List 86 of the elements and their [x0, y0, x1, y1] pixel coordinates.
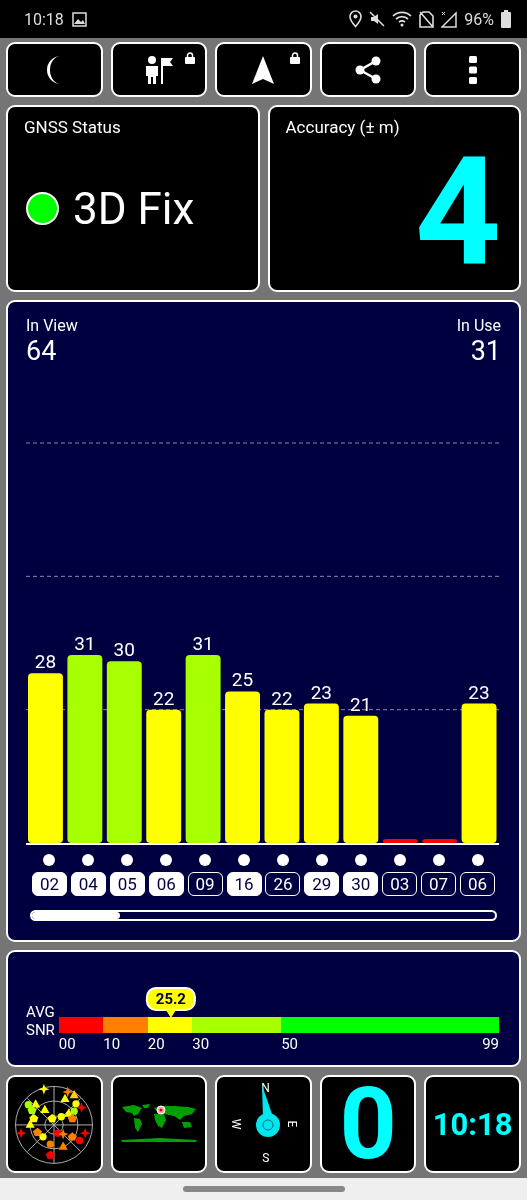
satellite-id: 05	[109, 872, 145, 896]
satellite-id: 06	[148, 872, 184, 896]
satellite-id: 04	[70, 872, 106, 896]
sky-plot-tile[interactable]	[6, 1075, 103, 1173]
bar-value-label: 31	[74, 632, 96, 656]
scale-tick-label: 50	[281, 1035, 298, 1053]
satellite-id: 02	[31, 872, 67, 896]
bar-value-label: 21	[350, 692, 372, 716]
satellite-id: 26	[265, 872, 301, 896]
toolbar-button[interactable]	[319, 42, 417, 97]
bar-value-label: 23	[310, 680, 333, 704]
satellite-id: 07	[421, 872, 457, 896]
bar-value-label: 28	[34, 650, 57, 674]
satellite-dot	[199, 854, 212, 866]
satellite-id: 03	[382, 872, 418, 896]
speed-tile[interactable]: 0	[319, 1075, 417, 1173]
world-map-drawing[interactable]	[119, 1104, 198, 1144]
share-icon	[354, 55, 383, 84]
compass-needle-icon	[255, 1085, 282, 1139]
battery-level: 96%	[464, 9, 494, 29]
snr-label: SNR	[26, 1021, 55, 1039]
snr-bar	[422, 839, 458, 843]
bar-value-label: 22	[153, 686, 175, 710]
card-title: Accuracy (± m)	[285, 117, 401, 137]
satellite-dot	[160, 854, 173, 866]
satellite-id: 30	[343, 872, 379, 896]
fix-status: 3D Fix	[73, 182, 195, 235]
toolbar-button[interactable]	[6, 42, 103, 97]
satellite-dot	[276, 854, 289, 866]
clock-time: 10:18	[24, 9, 64, 29]
compass-letter: W	[229, 1118, 244, 1130]
in-view-count: 64	[26, 335, 58, 367]
navigation-arrow-icon	[251, 54, 276, 85]
scale-tick-label: 20	[147, 1035, 165, 1053]
bar-value-label: 31	[192, 632, 214, 656]
satellite-id: 16	[226, 872, 262, 896]
wifi-icon	[392, 11, 413, 27]
toolbar-button[interactable]	[424, 42, 521, 97]
in-view-label: In View	[26, 316, 78, 335]
accuracy-value: 4	[414, 137, 501, 287]
satellite-dot	[432, 854, 445, 866]
satellite-dot	[43, 854, 56, 866]
compass-letter: E	[285, 1120, 300, 1128]
bar-value-label: 23	[468, 680, 490, 704]
scale-tick-label: 99	[482, 1035, 499, 1053]
world-map-tile[interactable]	[110, 1075, 208, 1173]
scale-tick-label: 00	[58, 1035, 76, 1053]
avg-label: AVG	[26, 1003, 55, 1021]
toolbar-button[interactable]	[110, 42, 208, 97]
person-flag-icon	[143, 54, 174, 85]
signal-icon	[441, 10, 458, 28]
bar-value-label: 25	[231, 668, 254, 692]
satellite-dot	[82, 854, 95, 866]
satellite-dot	[315, 854, 328, 866]
satellite-id: 09	[187, 872, 223, 896]
location-icon	[349, 10, 363, 28]
mute-icon	[369, 11, 386, 27]
compass-letter: S	[262, 1151, 270, 1165]
card-title: GNSS Status	[24, 117, 122, 137]
in-use-label: In Use	[456, 316, 501, 335]
satellite-id: 29	[304, 872, 340, 896]
lock-icon	[289, 52, 300, 64]
satellite-dot	[354, 854, 367, 866]
satellite-dot	[393, 854, 406, 866]
battery-icon	[501, 10, 511, 28]
bar-value-label: 22	[271, 686, 293, 710]
satellite-dot	[471, 854, 484, 866]
clock-tile[interactable]: 10:18	[424, 1075, 521, 1173]
image-icon	[71, 11, 87, 27]
menu-icon	[468, 55, 477, 84]
no-sim-icon	[419, 10, 435, 28]
scale-tick-label: 30	[192, 1035, 210, 1053]
toolbar-button[interactable]	[215, 42, 312, 97]
in-use-count: 31	[470, 335, 501, 367]
clock-value: 10:18	[432, 1105, 513, 1143]
satellite-dot	[238, 854, 251, 866]
speed-value: 0	[339, 1077, 397, 1171]
satellite-id: 06	[460, 872, 496, 896]
satellite-dot	[121, 854, 134, 866]
scroll-bar[interactable]	[30, 910, 497, 921]
compass-letter: N	[261, 1081, 270, 1095]
bar-value-label: 30	[113, 638, 135, 662]
compass-tile[interactable]: N W E S	[215, 1075, 312, 1173]
lock-icon	[185, 52, 196, 64]
snr-bar	[382, 839, 418, 843]
scale-tick-label: 10	[103, 1035, 121, 1053]
